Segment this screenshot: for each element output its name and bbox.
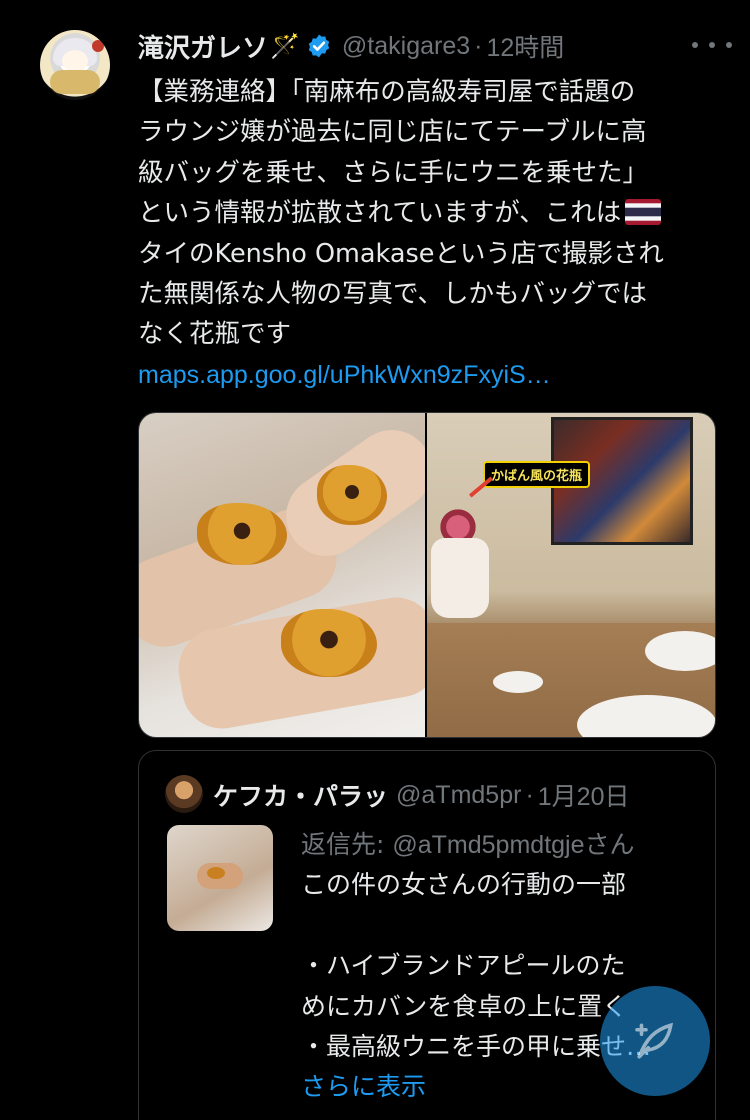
author-avatar[interactable]	[40, 30, 110, 100]
uni-on-hand	[317, 465, 387, 525]
quoted-tweet-header: ケフカ・パラッ @aTmd5pr · 1月20日	[213, 775, 629, 815]
quoted-handle[interactable]: @aTmd5pr	[396, 781, 521, 810]
uni-on-hand	[197, 503, 287, 565]
tweet-text-line: ラウンジ嬢が過去に同じ店にてテーブルに高	[138, 117, 647, 148]
reply-suffix: さん	[584, 830, 635, 859]
maps-link[interactable]: maps.app.goo.gl/uPhkWxn9zFxyiS…	[138, 355, 723, 395]
verified-badge-icon	[308, 34, 330, 58]
photo-restaurant-vase[interactable]: かばん風の花瓶	[427, 413, 715, 737]
magic-wand-emoji: 🪄	[270, 32, 300, 60]
image-caption-label: かばん風の花瓶	[483, 461, 591, 488]
tweet-media[interactable]: かばん風の花瓶	[138, 412, 716, 738]
dot	[709, 42, 715, 48]
tweet-text-line-with-flag: という情報が拡散されていますが、これは	[138, 193, 723, 233]
tweet-text-line: た無関係な人物の写真で、しかもバッグでは	[138, 279, 647, 310]
quoted-date[interactable]: 1月20日	[538, 777, 630, 813]
tweet-timestamp[interactable]: 12時間	[486, 28, 564, 64]
reply-to-handle[interactable]: @aTmd5pmdtgje	[392, 831, 584, 859]
quoted-body-line	[301, 906, 711, 946]
author-handle[interactable]: @takigare3	[342, 32, 470, 61]
avatar-face	[62, 50, 88, 72]
avatar-body	[50, 70, 100, 94]
quoted-body-line: この件の女さんの行動の一部	[301, 870, 627, 900]
tweet-text-line: タイのKensho Omakaseという店で撮影され	[138, 238, 664, 269]
tweet-text-segment: という情報が拡散されていますが、これは	[138, 198, 622, 229]
quoted-body-line: ・ハイブランドアピールのた	[301, 951, 626, 981]
photo-hands-with-uni[interactable]	[139, 413, 425, 737]
tweet-text-line: 【業務連絡】「南麻布の高級寿司屋で話題の	[138, 77, 636, 107]
thailand-flag-icon	[625, 199, 662, 226]
thumb-uni	[207, 867, 225, 879]
uni-on-hand	[281, 609, 377, 677]
tweet-header: 滝沢ガレソ 🪄 @takigare3 · 12時間	[138, 26, 730, 66]
avatar-accessory	[92, 40, 104, 52]
plate	[645, 631, 715, 671]
quoted-author-avatar[interactable]	[165, 775, 203, 813]
quoted-display-name[interactable]: ケフカ・パラッ	[213, 777, 388, 813]
quoted-separator: ·	[525, 780, 534, 809]
bag-shaped-vase	[431, 538, 489, 618]
tweet-text: 【業務連絡】「南麻布の高級寿司屋で話題の ラウンジ嬢が過去に同じ店にてテーブルに…	[138, 72, 723, 395]
compose-button[interactable]	[600, 986, 710, 1096]
quoted-thumbnail[interactable]	[167, 825, 273, 931]
tweet-text-line: 級バッグを乗せ、さらに手にウニを乗せた」	[138, 157, 649, 188]
compose-feather-icon	[635, 1022, 673, 1059]
dot	[692, 42, 698, 48]
author-display-name[interactable]: 滝沢ガレソ	[138, 28, 268, 65]
reply-to-line: 返信先: @aTmd5pmdtgjeさん	[301, 825, 711, 865]
more-dots-icon[interactable]	[692, 30, 732, 60]
dot	[726, 42, 732, 48]
plate	[493, 671, 543, 693]
tweet-text-line: なく花瓶です	[138, 319, 292, 350]
reply-prefix: 返信先:	[301, 830, 393, 859]
header-separator: ·	[474, 31, 483, 60]
